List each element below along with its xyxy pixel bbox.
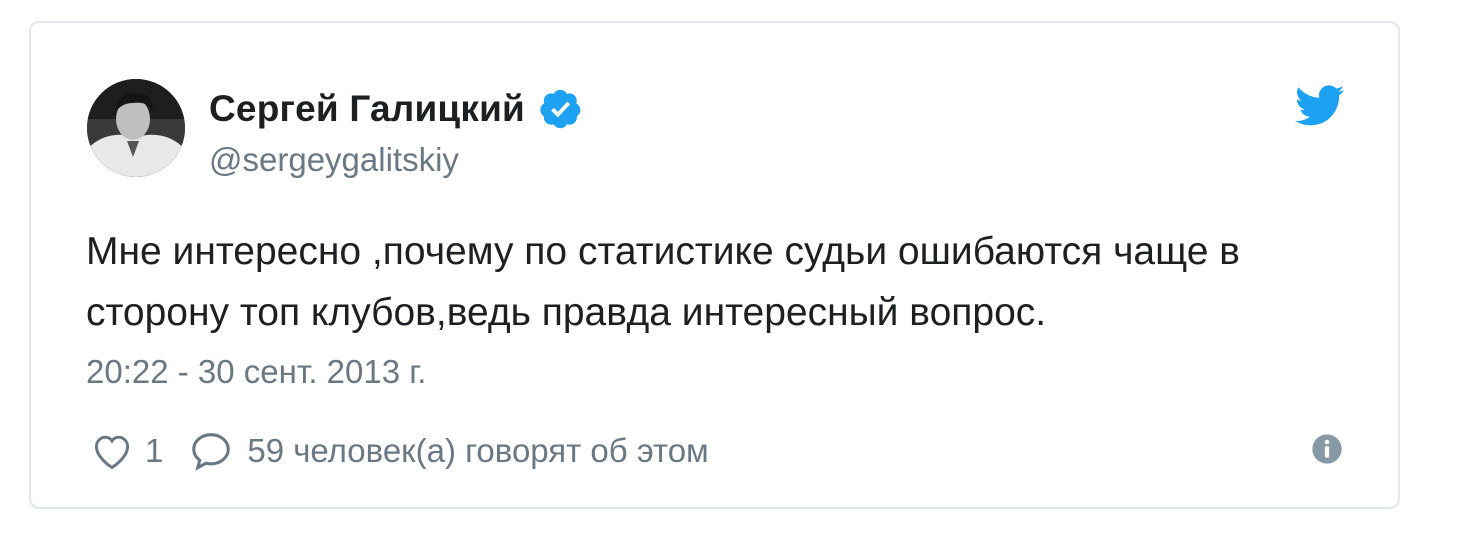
- author-row: Сергей Галицкий: [209, 85, 583, 133]
- tweet-timestamp[interactable]: 20:22 - 30 сент. 2013 г.: [86, 353, 426, 391]
- info-icon[interactable]: [1311, 433, 1343, 465]
- tweet-card: Сергей Галицкий @sergeygalitskiy Мне инт…: [29, 21, 1400, 509]
- avatar-image: [87, 79, 185, 177]
- tweet-actions: 1 59 человек(а) говорят об этом: [89, 427, 709, 475]
- like-count: 1: [145, 432, 164, 469]
- comment-icon: [192, 433, 231, 471]
- heart-icon: [94, 435, 130, 470]
- twitter-bird-icon[interactable]: [1295, 85, 1345, 127]
- reply-button[interactable]: 59 человек(а) говорят об этом: [187, 428, 709, 474]
- author-handle[interactable]: @sergeygalitskiy: [209, 141, 459, 179]
- like-button[interactable]: 1: [89, 429, 163, 473]
- verified-badge-icon: [540, 89, 581, 129]
- tweet-text: Мне интересно ,почему по статистике судь…: [86, 230, 1241, 334]
- display-name[interactable]: Сергей Галицкий: [209, 88, 525, 130]
- avatar[interactable]: [87, 79, 185, 177]
- replies-text: 59 человек(а) говорят об этом: [247, 432, 709, 469]
